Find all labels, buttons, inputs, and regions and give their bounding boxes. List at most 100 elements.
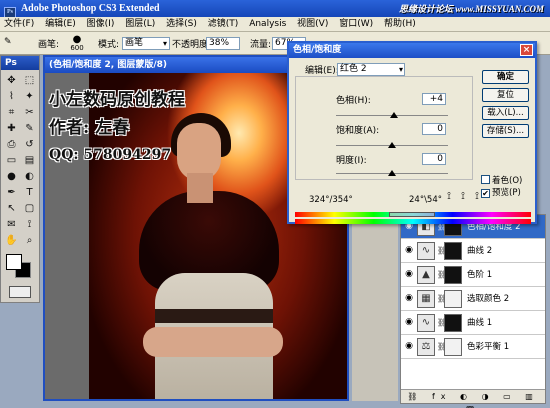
app-title: Adobe Photoshop CS3 Extended <box>20 3 160 14</box>
visibility-eye-icon[interactable]: ◉ <box>403 317 415 328</box>
layer-row[interactable]: ◉ ▦ ⛓ 选取颜色 2 <box>401 287 545 311</box>
lasso-icon[interactable]: ⌇ <box>3 89 20 104</box>
zoom-icon[interactable]: ⌕ <box>21 233 38 248</box>
healing-icon[interactable]: ✚ <box>3 121 20 136</box>
menu-layer[interactable]: 图层(L) <box>121 19 159 29</box>
mode-label: 模式: <box>98 40 120 50</box>
preview-checkbox[interactable]: ✔ 预览(P) <box>481 186 521 198</box>
brush-icon[interactable]: ✎ <box>21 121 38 136</box>
dodge-icon[interactable]: ◐ <box>21 169 38 184</box>
title-bar: Ps Adobe Photoshop CS3 Extended 思缘设计论坛 w… <box>0 0 550 18</box>
menu-filter[interactable]: 滤镜(T) <box>204 19 243 29</box>
colorize-label: 着色(O) <box>492 176 523 186</box>
menu-view[interactable]: 视图(V) <box>293 19 332 29</box>
eyedropper-icon[interactable]: ⟟ <box>443 191 455 203</box>
brush-tool-icon[interactable]: ✎ <box>4 37 12 47</box>
saturation-field[interactable]: 0 <box>422 123 446 135</box>
toolbox: Ps ✥ ⬚ ⌇ ✦ ⌗ ✂ ✚ ✎ ⎙ ↺ ▭ ▤ ● ◐ ✒ T ↖ ▢ ✉ ⟟ ✋ ⌕ <box>0 55 40 303</box>
ok-button[interactable]: 确定 <box>482 70 529 84</box>
range-left-text: 324°/354° <box>309 195 353 205</box>
qq-text: QQ: 578094297 <box>49 147 172 163</box>
brush-picker[interactable]: ● 600 <box>66 34 88 53</box>
gradient-icon[interactable]: ▤ <box>21 153 38 168</box>
menu-image[interactable]: 图像(I) <box>83 19 119 29</box>
path-select-icon[interactable]: ↖ <box>3 201 20 216</box>
magic-wand-icon[interactable]: ✦ <box>21 89 38 104</box>
brush-size: 600 <box>70 44 84 52</box>
layer-row[interactable]: ◉ ▲ ⛓ 色阶 1 <box>401 263 545 287</box>
mode-dropdown[interactable]: 画笔 <box>122 37 170 50</box>
curves-icon: ∿ <box>417 242 435 260</box>
blur-icon[interactable]: ● <box>3 169 20 184</box>
eyedropper-plus-icon[interactable]: ⟟ <box>457 191 469 203</box>
eyedropper-minus-icon[interactable]: ⟟ <box>471 191 483 203</box>
layer-name: 色阶 1 <box>467 270 493 280</box>
pen-icon[interactable]: ✒ <box>3 185 20 200</box>
watermark: 思缘设计论坛 www.MISSYUAN.COM <box>399 4 544 14</box>
foreground-color-swatch[interactable] <box>6 254 22 270</box>
history-brush-icon[interactable]: ↺ <box>21 137 38 152</box>
type-icon[interactable]: T <box>21 185 38 200</box>
notes-icon[interactable]: ✉ <box>3 217 20 232</box>
layer-mask-thumbnail[interactable] <box>444 242 462 260</box>
menu-analysis[interactable]: Analysis <box>245 19 290 29</box>
save-button[interactable]: 存储(S)... <box>482 124 529 138</box>
hue-slider-thumb[interactable] <box>390 112 399 118</box>
menu-file[interactable]: 文件(F) <box>0 19 38 29</box>
layer-mask-thumbnail[interactable] <box>444 266 462 284</box>
layer-row[interactable]: ◉ ∿ ⛓ 曲线 2 <box>401 239 545 263</box>
menu-edit[interactable]: 编辑(E) <box>41 19 80 29</box>
slice-icon[interactable]: ✂ <box>21 105 38 120</box>
layer-row[interactable]: ◉ ∿ ⛓ 曲线 1 <box>401 311 545 335</box>
dialog-title-text: 色相/饱和度 <box>293 45 342 55</box>
reset-button[interactable]: 复位 <box>482 88 529 102</box>
marquee-icon[interactable]: ⬚ <box>21 73 38 88</box>
opacity-field[interactable]: 38% <box>206 37 240 50</box>
toolbox-logo: Ps <box>1 56 39 70</box>
layer-mask-thumbnail[interactable] <box>444 290 462 308</box>
eyedropper-icon[interactable]: ⟟ <box>21 217 38 232</box>
visibility-eye-icon[interactable]: ◉ <box>403 245 415 256</box>
close-icon[interactable]: × <box>520 44 533 56</box>
quick-mask-button[interactable] <box>9 286 31 298</box>
brush-preview-icon: ● <box>72 34 82 45</box>
range-right-text: 24°\54° <box>409 195 442 205</box>
layer-name: 色彩平衡 1 <box>467 342 510 352</box>
visibility-eye-icon[interactable]: ◉ <box>403 341 415 352</box>
photoshop-window: Ps Adobe Photoshop CS3 Extended 思缘设计论坛 w… <box>0 0 550 408</box>
menu-help[interactable]: 帮助(H) <box>380 19 420 29</box>
saturation-slider-thumb[interactable] <box>388 142 396 148</box>
move-icon[interactable]: ✥ <box>3 73 20 88</box>
layer-row[interactable]: ◉ ⚖ ⛓ 色彩平衡 1 <box>401 335 545 359</box>
layer-name: 曲线 2 <box>467 246 493 256</box>
stamp-icon[interactable]: ⎙ <box>3 137 20 152</box>
menu-window[interactable]: 窗口(W) <box>335 19 377 29</box>
visibility-eye-icon[interactable]: ◉ <box>403 269 415 280</box>
eraser-icon[interactable]: ▭ <box>3 153 20 168</box>
layer-mask-thumbnail[interactable] <box>444 314 462 332</box>
author-text: 作者: 左春 <box>49 118 130 138</box>
shape-icon[interactable]: ▢ <box>21 201 38 216</box>
neck <box>187 173 213 203</box>
lightness-slider-thumb[interactable] <box>388 170 396 176</box>
colorize-checkbox[interactable]: 着色(O) <box>481 174 522 186</box>
layer-name: 曲线 1 <box>467 318 493 328</box>
layer-name: 选取颜色 2 <box>467 294 510 304</box>
layers-toolbar[interactable]: ⛓ fx ◐ ◑ ▭ ▥ 🗑 <box>401 389 545 408</box>
edit-dropdown[interactable]: 红色 2 <box>337 63 405 76</box>
selective-color-icon: ▦ <box>417 290 435 308</box>
color-range-marker[interactable] <box>389 212 435 217</box>
adjustment-group: 色相(H): +4 饱和度(A): 0 明度(I): 0 <box>295 76 473 180</box>
edit-label: 编辑(E): <box>303 63 341 76</box>
menu-select[interactable]: 选择(S) <box>162 19 201 29</box>
hand-icon[interactable]: ✋ <box>3 233 20 248</box>
visibility-eye-icon[interactable]: ◉ <box>403 293 415 304</box>
crop-icon[interactable]: ⌗ <box>3 105 20 120</box>
load-button[interactable]: 载入(L)... <box>482 106 529 120</box>
belt <box>155 309 273 323</box>
hue-field[interactable]: +4 <box>422 93 446 105</box>
layer-mask-thumbnail[interactable] <box>444 338 462 356</box>
lightness-field[interactable]: 0 <box>422 153 446 165</box>
layer-list: ◉ ◧ ⛓ 色相/饱和度 2 ◉ ∿ ⛓ 曲线 2 ◉ ▲ ⛓ 色阶 1 ◉ ▦ ⛓ 选取颜色 2 ◉ ∿ ⛓ 曲线 … <box>401 215 545 359</box>
dialog-title: 色相/饱和度 × <box>289 43 535 58</box>
